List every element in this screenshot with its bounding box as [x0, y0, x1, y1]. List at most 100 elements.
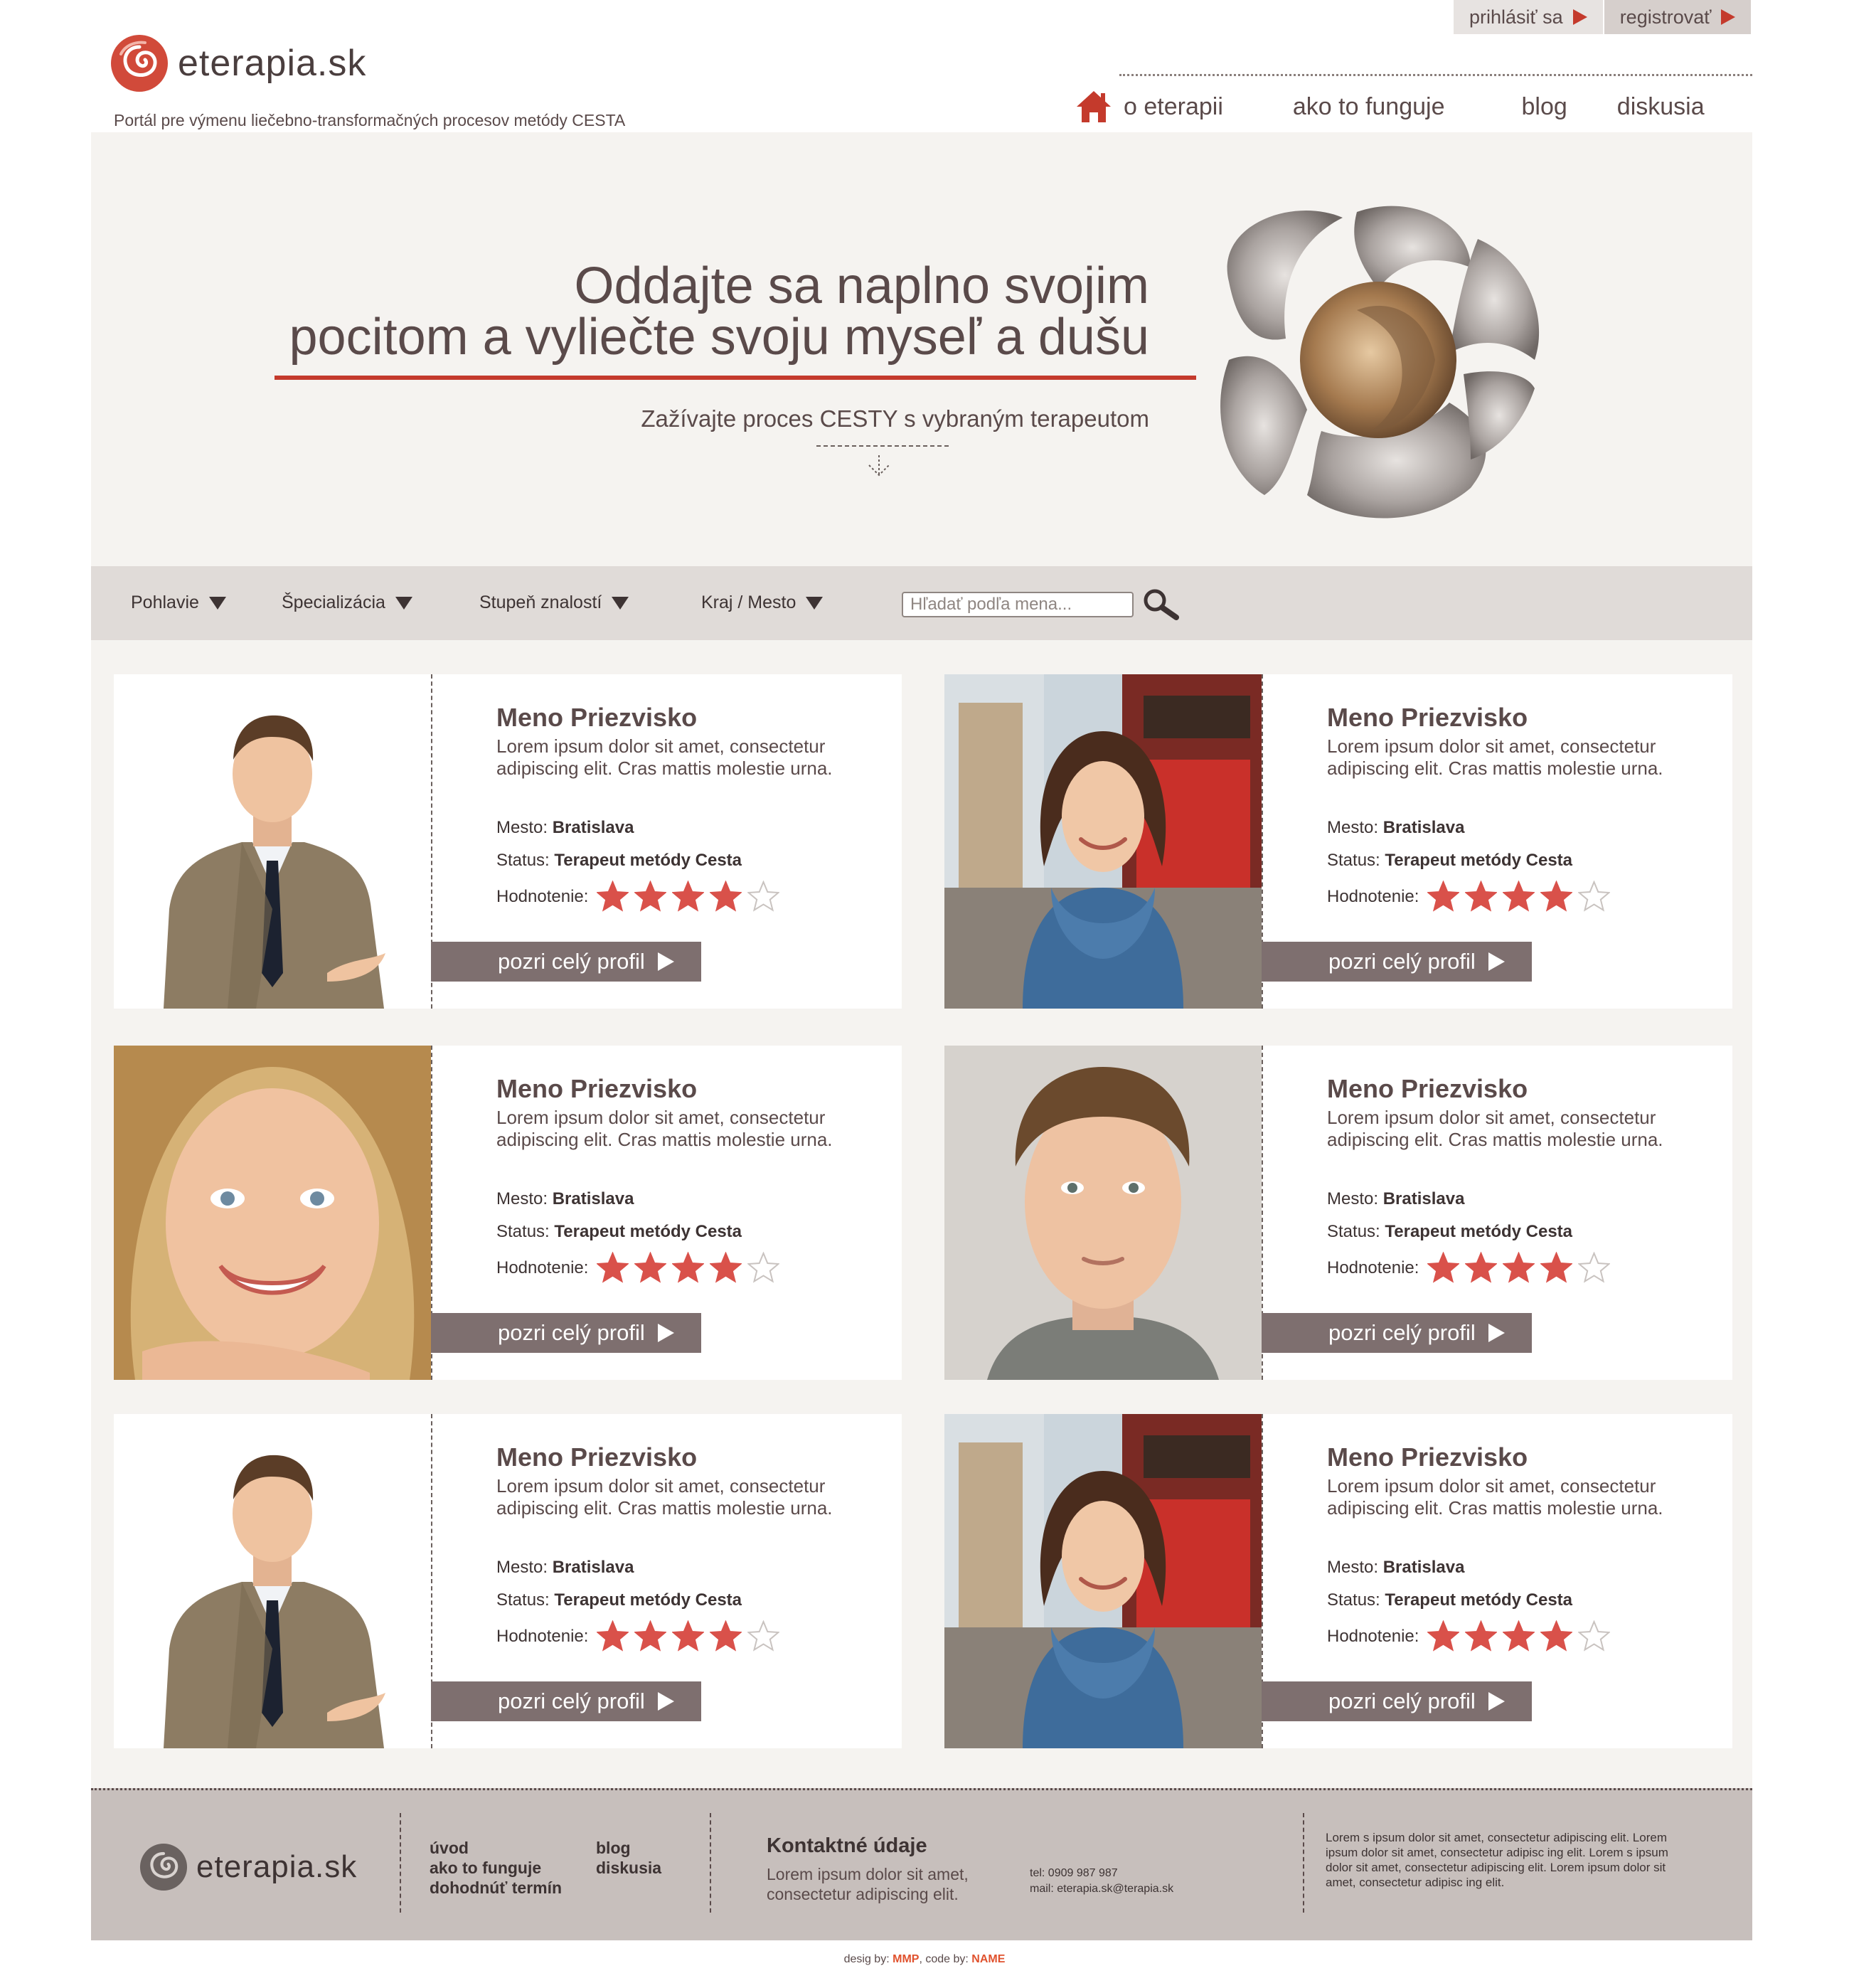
status-label: Status:	[1327, 851, 1380, 870]
therapist-description: Lorem ipsum dolor sit amet, consectetur …	[496, 1475, 833, 1519]
star-filled-icon	[1465, 881, 1498, 912]
rating-label: Hodnotenie:	[496, 1626, 589, 1646]
therapist-photo[interactable]	[944, 1414, 1262, 1748]
footer-link-dohodnut-termin[interactable]: dohodnúť termín	[430, 1878, 562, 1898]
therapist-name[interactable]: Meno Priezvisko	[496, 1442, 697, 1472]
therapist-card: Meno Priezvisko Lorem ipsum dolor sit am…	[114, 1414, 902, 1748]
view-profile-button[interactable]: pozri celý profil	[1262, 1681, 1532, 1721]
rating-stars	[597, 1620, 780, 1652]
footer-link-uvod[interactable]: úvod	[430, 1839, 469, 1858]
tagline: Portál pre výmenu liečebno-transformačný…	[114, 111, 626, 129]
view-profile-button[interactable]: pozri celý profil	[1262, 942, 1532, 982]
view-profile-button[interactable]: pozri celý profil	[431, 1681, 701, 1721]
therapist-name[interactable]: Meno Priezvisko	[1327, 1074, 1528, 1104]
login-button[interactable]: prihlásiť sa	[1454, 0, 1603, 34]
city-value: Bratislava	[552, 818, 634, 837]
star-filled-icon	[1465, 1620, 1498, 1652]
filter-region-city-label: Kraj / Mesto	[701, 592, 796, 612]
therapist-status: Status: Terapeut metódy Cesta	[1327, 1590, 1572, 1610]
triangle-down-icon	[612, 596, 629, 610]
rating-label: Hodnotenie:	[1327, 1626, 1419, 1646]
star-filled-icon	[710, 1620, 742, 1652]
rating-label: Hodnotenie:	[1327, 886, 1419, 906]
footer-link-blog[interactable]: blog	[596, 1839, 631, 1858]
filter-bar: Pohlavie Špecializácia Stupeň znalostí K…	[91, 566, 1752, 640]
therapist-rating: Hodnotenie:	[1327, 881, 1611, 913]
footer-logo[interactable]: eterapia.sk	[137, 1841, 357, 1893]
therapist-list: Meno Priezvisko Lorem ipsum dolor sit am…	[91, 640, 1752, 1788]
hero-subtitle: Zažívajte proces CESTY s vybraným terape…	[641, 405, 1149, 432]
filter-specialization[interactable]: Špecializácia	[282, 592, 412, 613]
name-search-input[interactable]	[902, 592, 1134, 617]
city-label: Mesto:	[1327, 818, 1379, 837]
hero-line-1: Oddajte sa naplno svojim	[574, 257, 1149, 314]
woman-street-photo	[944, 674, 1262, 1009]
status-value: Terapeut metódy Cesta	[1385, 1590, 1573, 1610]
credit-mid: , code by:	[919, 1953, 969, 1965]
therapist-rating: Hodnotenie:	[496, 1620, 780, 1652]
credit-designer[interactable]: MMP	[892, 1953, 919, 1965]
play-arrow-icon	[657, 952, 674, 971]
status-label: Status:	[496, 1590, 550, 1610]
login-label: prihlásiť sa	[1469, 6, 1563, 28]
filter-region-city[interactable]: Kraj / Mesto	[701, 592, 824, 613]
rating-stars	[1427, 881, 1611, 913]
rating-label: Hodnotenie:	[496, 886, 589, 906]
therapist-city: Mesto: Bratislava	[1327, 1558, 1464, 1578]
therapist-photo[interactable]	[114, 1414, 431, 1748]
hero-banner: Oddajte sa naplno svojim pocitom a vylie…	[91, 132, 1752, 566]
therapist-photo[interactable]	[114, 674, 431, 1009]
credit-line: desig by: MMP, code by: NAME	[0, 1953, 1849, 1966]
view-profile-button[interactable]: pozri celý profil	[431, 942, 701, 982]
status-label: Status:	[496, 851, 550, 870]
therapist-card: Meno Priezvisko Lorem ipsum dolor sit am…	[944, 674, 1732, 1009]
triangle-down-icon	[395, 596, 412, 610]
view-profile-label: pozri celý profil	[1328, 949, 1476, 974]
therapist-status: Status: Terapeut metódy Cesta	[1327, 1222, 1572, 1242]
view-profile-button[interactable]: pozri celý profil	[431, 1313, 701, 1353]
man-in-suit-photo	[114, 1414, 431, 1748]
therapist-photo[interactable]	[944, 1046, 1262, 1380]
therapist-name[interactable]: Meno Priezvisko	[1327, 1442, 1528, 1472]
star-empty-icon	[747, 881, 780, 912]
scroll-down-arrow-icon[interactable]	[866, 454, 892, 478]
star-filled-icon	[672, 1252, 705, 1283]
rating-stars	[597, 1252, 780, 1284]
filter-knowledge-level[interactable]: Stupeň znalostí	[479, 592, 629, 613]
site-logo[interactable]: eterapia.sk	[107, 33, 366, 94]
view-profile-label: pozri celý profil	[498, 1320, 645, 1345]
star-filled-icon	[1503, 881, 1535, 912]
therapist-name[interactable]: Meno Priezvisko	[1327, 703, 1528, 733]
home-icon[interactable]	[1074, 87, 1114, 127]
therapist-photo[interactable]	[114, 1046, 431, 1380]
star-filled-icon	[1427, 1252, 1460, 1283]
footer-link-diskusia[interactable]: diskusia	[596, 1859, 661, 1878]
therapist-name[interactable]: Meno Priezvisko	[496, 1074, 697, 1104]
nav-o-eterapii[interactable]: o eterapii	[1124, 93, 1223, 121]
register-button[interactable]: registrovať	[1604, 0, 1752, 34]
search-icon[interactable]	[1142, 588, 1181, 622]
footer: eterapia.sk úvod ako to funguje dohodnúť…	[91, 1788, 1752, 1940]
filter-gender[interactable]: Pohlavie	[131, 592, 226, 613]
star-filled-icon	[1465, 1252, 1498, 1283]
city-label: Mesto:	[496, 1558, 548, 1577]
rose-logo-icon	[139, 1843, 188, 1891]
play-arrow-icon	[657, 1324, 674, 1342]
triangle-down-icon	[208, 596, 226, 610]
therapist-description: Lorem ipsum dolor sit amet, consectetur …	[496, 735, 833, 779]
nav-ako-to-funguje[interactable]: ako to funguje	[1293, 93, 1445, 121]
therapist-name[interactable]: Meno Priezvisko	[496, 703, 697, 733]
play-arrow-icon	[1488, 1692, 1505, 1711]
nav-diskusia[interactable]: diskusia	[1617, 93, 1705, 121]
credit-coder[interactable]: NAME	[971, 1953, 1005, 1965]
register-label: registrovať	[1619, 6, 1712, 28]
city-value: Bratislava	[1382, 1189, 1465, 1208]
star-empty-icon	[747, 1252, 780, 1283]
therapist-photo[interactable]	[944, 674, 1262, 1009]
footer-link-ako-to-funguje[interactable]: ako to funguje	[430, 1859, 541, 1878]
view-profile-button[interactable]: pozri celý profil	[1262, 1313, 1532, 1353]
footer-mail[interactable]: mail: eterapia.sk@terapia.sk	[1030, 1883, 1173, 1896]
hero-dotted-line	[816, 445, 949, 447]
nav-blog[interactable]: blog	[1522, 93, 1567, 121]
rating-stars	[597, 881, 780, 913]
